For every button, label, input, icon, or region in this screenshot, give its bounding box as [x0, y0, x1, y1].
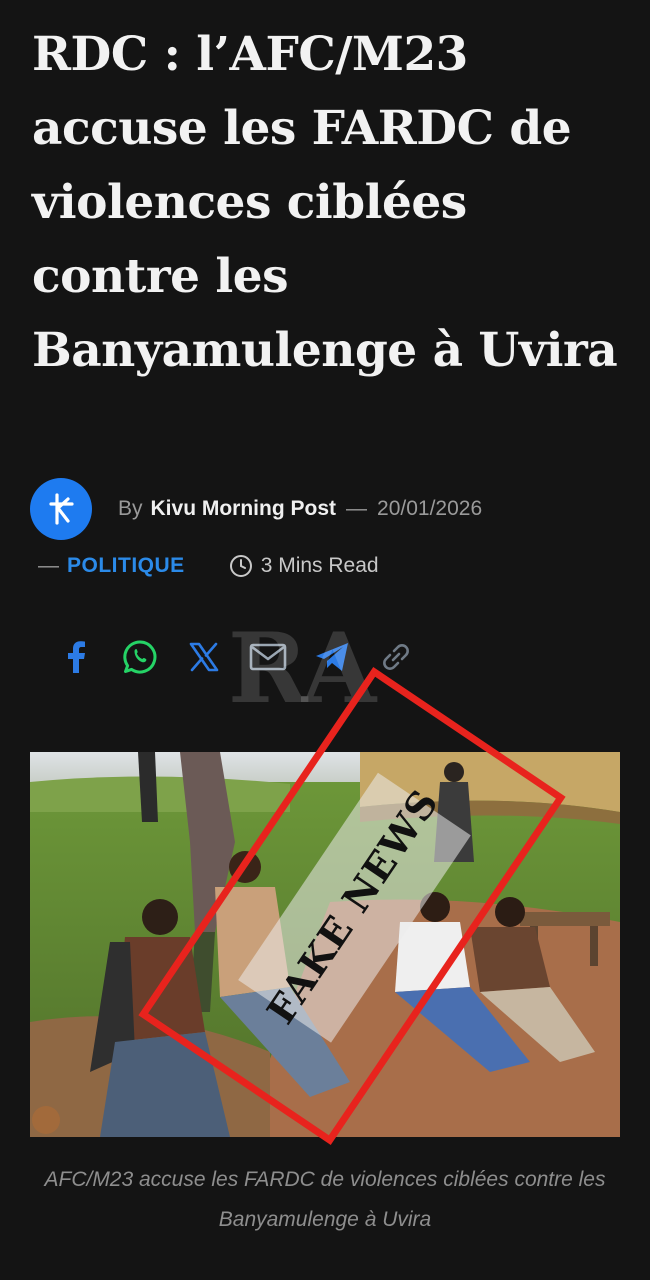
by-prefix: By: [118, 497, 143, 520]
author-name[interactable]: Kivu Morning Post: [151, 497, 337, 521]
facebook-icon: [68, 641, 85, 673]
link-icon: [383, 644, 409, 670]
byline-separator: —: [346, 497, 368, 520]
author-row: By Kivu Morning Post — 20/01/2026: [30, 478, 482, 540]
share-telegram-button[interactable]: [300, 632, 364, 682]
email-icon: [249, 643, 287, 671]
publish-date: 20/01/2026: [377, 497, 483, 520]
kmp-logo-icon: [49, 493, 74, 525]
share-x-button[interactable]: [172, 632, 236, 682]
byline: By Kivu Morning Post — 20/01/2026: [118, 497, 482, 521]
share-whatsapp-button[interactable]: [108, 632, 172, 682]
clock-icon: [229, 555, 252, 577]
meta-row: — POLITIQUE 3 Mins Read: [38, 548, 379, 584]
telegram-icon: [316, 643, 348, 671]
article-title: RDC : l’AFC/M23 accuse les FARDC de viol…: [32, 27, 618, 378]
author-avatar[interactable]: [30, 478, 92, 540]
whatsapp-icon: [123, 640, 157, 674]
read-time: 3 Mins Read: [229, 554, 379, 578]
read-time-label: 3 Mins Read: [260, 554, 379, 577]
x-icon: [189, 642, 219, 672]
category-link[interactable]: POLITIQUE: [67, 554, 185, 578]
share-email-button[interactable]: [236, 632, 300, 682]
category-dash: —: [38, 554, 59, 577]
photo-caption: AFC/M23 accuse les FARDC de violences ci…: [44, 1168, 606, 1231]
share-facebook-button[interactable]: [44, 632, 108, 682]
